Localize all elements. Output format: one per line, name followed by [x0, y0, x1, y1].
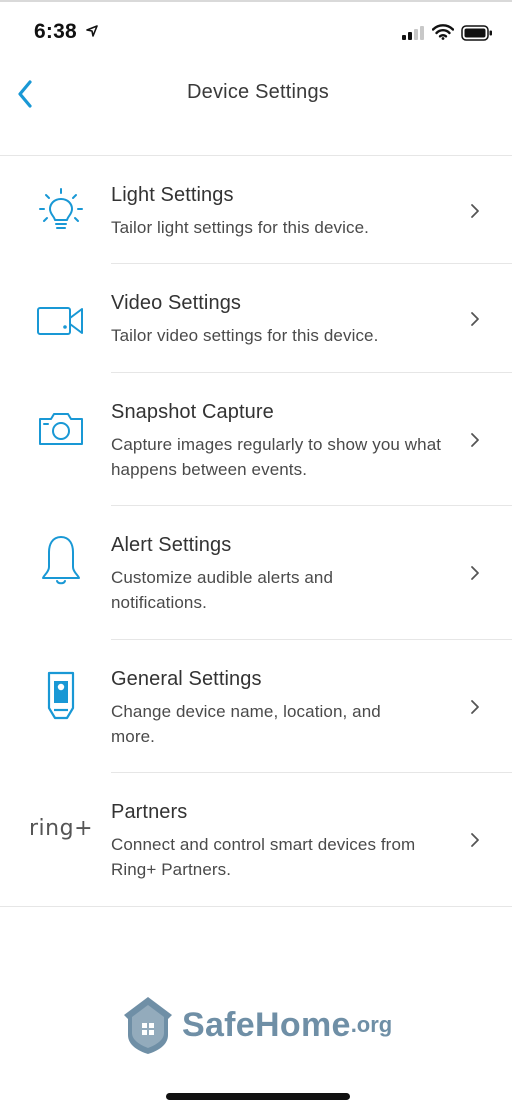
page-title: Device Settings: [187, 81, 329, 103]
general-settings-row[interactable]: General Settings Change device name, loc…: [0, 640, 512, 773]
partners-row[interactable]: ring+ Partners Connect and control smart…: [0, 773, 512, 907]
status-bar: 6:38: [0, 0, 512, 60]
row-title: Snapshot Capture: [111, 401, 274, 423]
battery-icon: [461, 25, 492, 41]
light-settings-row[interactable]: Light Settings Tailor light settings for…: [0, 156, 512, 264]
navigation-bar: Device Settings: [0, 60, 512, 155]
chevron-right-icon: [471, 433, 479, 447]
snapshot-capture-row[interactable]: Snapshot Capture Capture images regularl…: [0, 373, 512, 506]
row-description: Tailor video settings for this device.: [111, 326, 379, 345]
device-icon: [30, 670, 92, 722]
row-divider: [0, 906, 512, 907]
safehome-watermark: SafeHome .org: [122, 994, 392, 1056]
alert-settings-row[interactable]: Alert Settings Customize audible alerts …: [0, 506, 512, 640]
bell-icon: [30, 534, 92, 586]
watermark-brand: SafeHome: [182, 1005, 351, 1044]
chevron-right-icon: [471, 833, 479, 847]
row-text: Partners Connect and control smart devic…: [111, 801, 461, 882]
row-text: Video Settings Tailor video settings for…: [111, 292, 461, 348]
chevron-right-icon: [471, 204, 479, 218]
row-description: Tailor light settings for this device.: [111, 218, 369, 237]
row-text: Snapshot Capture Capture images regularl…: [111, 401, 461, 482]
row-title: Video Settings: [111, 292, 242, 314]
lightbulb-icon: [30, 186, 92, 236]
status-time: 6:38: [34, 20, 77, 43]
watermark-suffix: .org: [350, 1012, 393, 1037]
row-title: Light Settings: [111, 184, 234, 206]
chevron-right-icon: [471, 312, 479, 326]
house-shield-icon: [124, 997, 172, 1054]
row-title: Alert Settings: [111, 534, 232, 556]
video-camera-icon: [30, 304, 92, 338]
camera-icon: [30, 411, 92, 447]
home-indicator[interactable]: [166, 1093, 350, 1100]
row-description: Connect and control smart devices from R…: [111, 835, 416, 879]
cellular-signal-icon: [402, 26, 424, 40]
row-description: Capture images regularly to show you wha…: [111, 435, 442, 479]
settings-list: Light Settings Tailor light settings for…: [0, 155, 512, 907]
chevron-right-icon: [471, 566, 479, 580]
row-text: Light Settings Tailor light settings for…: [111, 184, 461, 240]
row-description: Customize audible alerts and notificatio…: [111, 568, 334, 612]
ring-plus-logo: ring+: [29, 813, 93, 843]
row-text: Alert Settings Customize audible alerts …: [111, 534, 461, 615]
row-title: Partners: [111, 801, 188, 823]
row-description: Change device name, location, and more.: [111, 702, 381, 746]
chevron-right-icon: [471, 700, 479, 714]
ring-plus-logo-text: ring+: [29, 815, 93, 841]
location-arrow-icon: [86, 25, 98, 37]
video-settings-row[interactable]: Video Settings Tailor video settings for…: [0, 264, 512, 373]
wifi-icon: [432, 24, 454, 40]
status-bar-topline: [0, 0, 512, 2]
row-text: General Settings Change device name, loc…: [111, 668, 461, 749]
row-title: General Settings: [111, 668, 262, 690]
